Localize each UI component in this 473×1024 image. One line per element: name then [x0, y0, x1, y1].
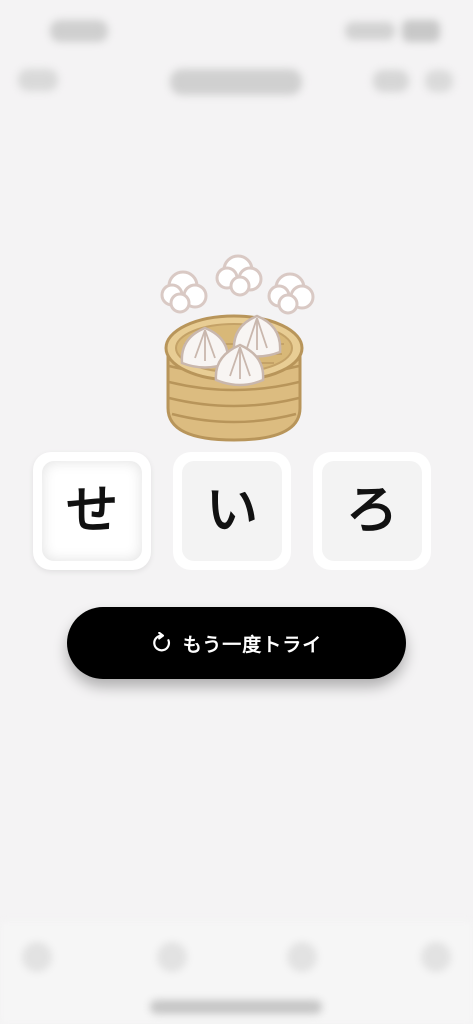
- back-button[interactable]: [18, 69, 58, 91]
- answer-tile-2[interactable]: い: [173, 452, 291, 570]
- battery-icon: [402, 20, 440, 42]
- tile-label: せ: [65, 481, 118, 541]
- tab-item[interactable]: [22, 942, 52, 972]
- steam-icon: [160, 254, 315, 315]
- tab-item[interactable]: [157, 942, 187, 972]
- retry-button[interactable]: もう一度トライ: [67, 607, 406, 679]
- answer-tile-1[interactable]: せ: [33, 452, 151, 570]
- more-icon[interactable]: [425, 70, 453, 92]
- home-indicator: [150, 1000, 322, 1014]
- retry-label: もう一度トライ: [182, 633, 323, 656]
- signal-icon: [345, 22, 395, 40]
- tile-label: い: [205, 481, 258, 541]
- tile-label: ろ: [345, 481, 398, 541]
- answer-tile-3[interactable]: ろ: [313, 452, 431, 570]
- retry-icon: [153, 632, 170, 652]
- steamer-basket-illustration: [150, 248, 325, 448]
- tab-item[interactable]: [287, 942, 317, 972]
- answer-tiles: せ い ろ: [33, 452, 441, 582]
- status-time: [50, 20, 108, 42]
- status-bar: [0, 0, 473, 60]
- nav-bar: [0, 55, 473, 110]
- nav-action-button[interactable]: [373, 70, 409, 92]
- tab-item[interactable]: [421, 942, 451, 972]
- nav-title: [170, 69, 302, 95]
